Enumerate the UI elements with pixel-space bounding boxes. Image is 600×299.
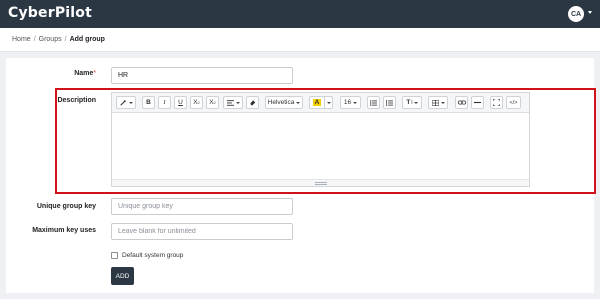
underline-button[interactable]: U xyxy=(174,96,187,109)
bold-button[interactable]: B xyxy=(142,96,155,109)
breadcrumb-separator: / xyxy=(64,36,67,43)
name-label: Name* xyxy=(40,70,96,77)
insert-link-button[interactable] xyxy=(455,96,468,109)
insert-table-button[interactable] xyxy=(428,96,448,109)
magic-style-button[interactable] xyxy=(116,96,136,109)
dropdown-caret-icon xyxy=(413,101,418,104)
rich-text-editor: B I U X2 X2 Helvetica A 16 TI </> xyxy=(111,92,530,187)
max-uses-input[interactable] xyxy=(111,223,293,240)
fullscreen-button[interactable] xyxy=(490,96,503,109)
horizontal-rule-icon xyxy=(474,101,481,104)
text-color-button[interactable]: A xyxy=(309,96,324,109)
dropdown-caret-icon xyxy=(440,101,445,104)
line-height-button[interactable]: TI xyxy=(402,96,422,109)
add-button[interactable]: ADD xyxy=(111,267,134,285)
name-label-text: Name xyxy=(74,70,94,77)
editor-resize-handle[interactable] xyxy=(112,179,529,186)
breadcrumb-current: Add group xyxy=(69,36,105,43)
subscript-button[interactable]: X2 xyxy=(206,96,219,109)
dropdown-caret-icon xyxy=(326,101,331,104)
magic-wand-icon xyxy=(119,99,126,106)
eraser-icon xyxy=(250,100,256,106)
table-icon xyxy=(431,99,439,106)
color-dropdown-button[interactable] xyxy=(324,96,333,109)
clear-format-button[interactable] xyxy=(246,96,259,109)
text-height-letter: T xyxy=(406,99,411,106)
editor-toolbar: B I U X2 X2 Helvetica A 16 TI </> xyxy=(112,93,529,113)
user-avatar[interactable]: CA xyxy=(568,6,584,22)
align-left-icon xyxy=(226,99,234,106)
max-uses-label: Maximum key uses xyxy=(32,227,96,234)
paragraph-align-button[interactable] xyxy=(223,96,243,109)
ordered-list-button[interactable] xyxy=(383,96,396,109)
unique-key-input[interactable] xyxy=(111,198,293,215)
dropdown-caret-icon xyxy=(235,101,240,104)
breadcrumb-separator: / xyxy=(33,36,36,43)
code-view-button[interactable]: </> xyxy=(506,96,521,109)
unordered-list-button[interactable] xyxy=(367,96,380,109)
font-family-value: Helvetica xyxy=(267,99,295,106)
color-letter: A xyxy=(312,99,322,106)
unique-key-label: Unique group key xyxy=(36,203,96,210)
chevron-down-icon[interactable] xyxy=(588,11,592,14)
ordered-list-icon xyxy=(386,99,393,106)
subscript-mark: 2 xyxy=(213,100,216,105)
app-logo[interactable]: CyberPilot xyxy=(8,5,92,21)
default-group-label: Default system group xyxy=(122,252,184,259)
horizontal-rule-button[interactable] xyxy=(471,96,484,109)
font-size-value: 16 xyxy=(343,99,352,106)
breadcrumb-groups[interactable]: Groups xyxy=(39,36,62,43)
breadcrumb-bar: Home / Groups / Add group xyxy=(0,28,600,52)
superscript-mark: 2 xyxy=(197,100,200,105)
superscript-button[interactable]: X2 xyxy=(190,96,203,109)
italic-button[interactable]: I xyxy=(158,96,171,109)
font-size-select[interactable]: 16 xyxy=(340,96,361,109)
link-icon xyxy=(457,100,466,105)
font-family-select[interactable]: Helvetica xyxy=(265,96,303,109)
breadcrumb-home[interactable]: Home xyxy=(12,36,31,43)
top-navbar: CyberPilot CA xyxy=(0,0,600,28)
fullscreen-icon xyxy=(493,99,500,106)
dropdown-caret-icon xyxy=(296,101,301,104)
required-mark: * xyxy=(93,70,96,77)
grip-icon xyxy=(314,181,327,185)
dropdown-caret-icon xyxy=(128,101,133,104)
editor-content-area[interactable] xyxy=(112,113,529,179)
breadcrumb: Home / Groups / Add group xyxy=(12,36,105,43)
name-input[interactable] xyxy=(111,67,293,84)
default-group-checkbox[interactable] xyxy=(111,252,118,259)
unordered-list-icon xyxy=(370,99,377,106)
dropdown-caret-icon xyxy=(353,101,358,104)
text-height-mark: I xyxy=(411,99,413,106)
